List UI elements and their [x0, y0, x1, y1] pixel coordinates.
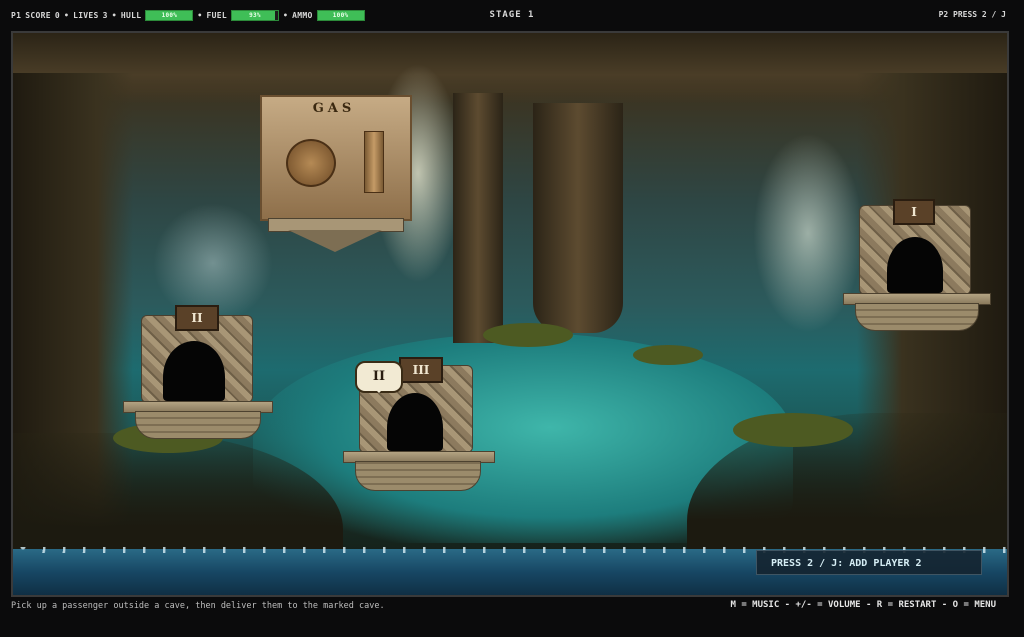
p2-join-prompt: P2 PRESS 2 / J	[938, 10, 1006, 19]
cave-label: II	[191, 311, 203, 325]
cave-sign: II	[175, 305, 219, 331]
cave-iii[interactable]: III II	[343, 355, 503, 505]
fuel-pump-icon	[286, 139, 336, 187]
cave-base	[855, 303, 979, 331]
game-canvas[interactable]: GAS I II III II PRESS 2 / J: ADD PLAYER …	[11, 31, 1009, 597]
rock-pillar	[453, 93, 503, 343]
stage-title: STAGE 1	[489, 10, 535, 20]
controls-legend: M = MUSIC - +/- = VOLUME - R = RESTART -…	[730, 600, 996, 610]
cave-sign: III	[399, 357, 443, 383]
cave-base	[355, 461, 481, 491]
cave-sign: I	[893, 199, 935, 225]
cave-label: I	[911, 205, 917, 219]
moss-patch	[483, 323, 573, 347]
gas-station-label: GAS	[312, 101, 356, 116]
hint-text: Pick up a passenger outside a cave, then…	[11, 601, 385, 611]
cave-base	[135, 411, 261, 439]
gas-station-support	[288, 230, 382, 252]
fuel-column-icon	[364, 131, 384, 193]
passenger-destination-bubble: II	[355, 361, 403, 393]
rock-pillar	[533, 103, 623, 333]
add-player2-prompt: PRESS 2 / J: ADD PLAYER 2	[756, 550, 982, 575]
cave-label: III	[412, 363, 430, 377]
moss-patch	[733, 413, 853, 447]
cave-ii[interactable]: II	[123, 305, 283, 445]
gas-station[interactable]: GAS	[260, 95, 412, 252]
moss-patch	[633, 345, 703, 365]
cave-i[interactable]: I	[843, 199, 993, 339]
